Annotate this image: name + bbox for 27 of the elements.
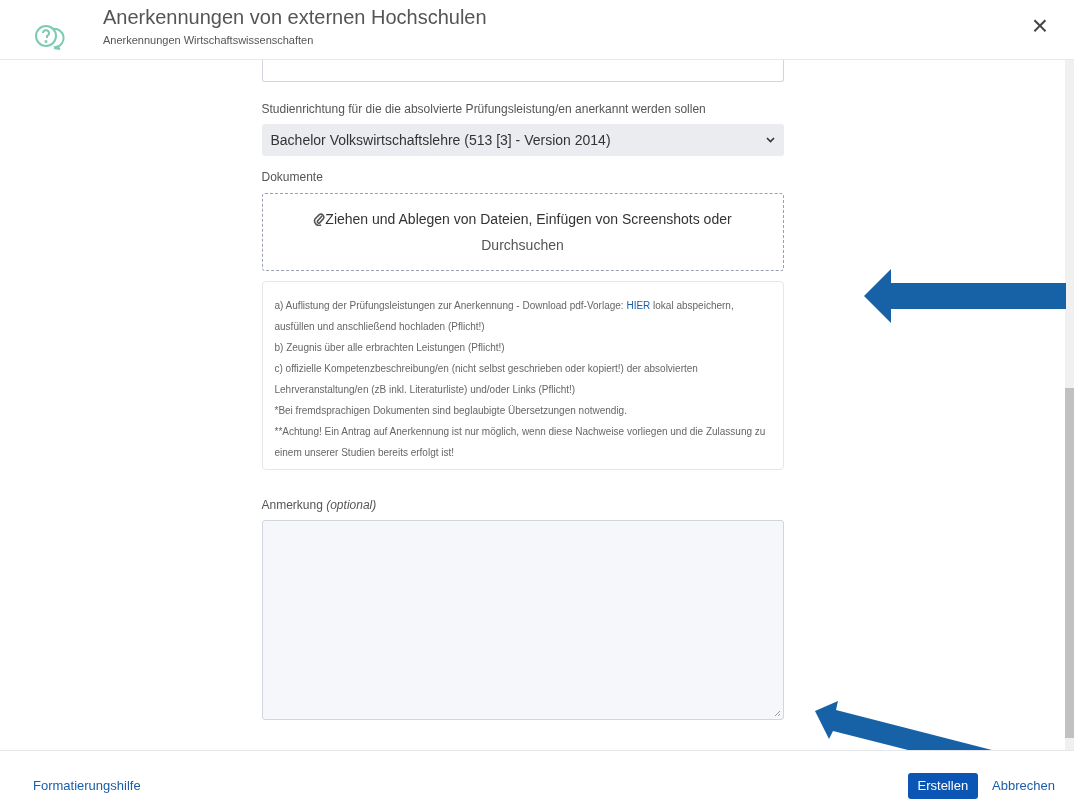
help-chat-icon (34, 24, 67, 50)
field-label: Dokumente (261, 169, 324, 186)
info-text: c) offizielle Kompetenzbeschreibung/en (nicht selbst geschrieben oder kopiert!) der absolvierten Lehrveranstaltung/en (zB inkl. Literaturliste) und/oder Links (Pflicht!) (274, 362, 699, 397)
info-text: *Bei fremdsprachigen Dokumenten sind beglaubigte Übersetzungen notwendig. (274, 404, 628, 418)
dialog-subtitle: Anerkennungen Wirtschaftswissenschaften (103, 33, 315, 48)
remark-textarea[interactable] (261, 520, 784, 720)
resize-handle-icon (773, 710, 781, 717)
scrollbar[interactable] (1065, 60, 1074, 750)
dialog-title: Anerkennungen von externen Hochschulen (103, 5, 487, 30)
info-text: a) Auflistung der Prüfungsleistungen zur Anerkennung - Download pdf-Vorlage: HIER lokal abspeichern, ausfüllen und anschließend hochladen (Pflicht!) (274, 299, 735, 334)
input-field[interactable] (261, 60, 784, 82)
select-value: Bachelor Volkswirtschaftslehre (513 [3] - Version 2014) (270, 130, 611, 150)
template-link[interactable]: HIER (626, 300, 651, 311)
field-label: Studienrichtung für die die absolvierte Prüfungsleistung/en anerkannt werden sollen (261, 101, 707, 118)
field-label: Anmerkung (optional) (261, 497, 378, 514)
browse-link[interactable]: Durchsuchen (481, 232, 564, 258)
help-link[interactable]: Formatierungshilfe (33, 776, 141, 796)
close-button[interactable]: × (1031, 12, 1048, 40)
create-button[interactable]: Erstellen (907, 773, 979, 799)
chevron-down-icon (765, 137, 775, 143)
file-dropzone[interactable]: Ziehen und Ablegen von Dateien, Einfügen von Screenshots oder Durchsuchen (261, 193, 784, 271)
dropzone-text: Ziehen und Ablegen von Dateien, Einfügen von Screenshots oder (325, 210, 732, 229)
info-text: b) Zeugnis über alle erbrachten Leistungen (Pflicht!) (274, 341, 506, 355)
cancel-button[interactable]: Abbrechen (988, 773, 1059, 799)
paperclip-icon (313, 212, 326, 226)
select-field[interactable]: Bachelor Volkswirtschaftslehre (513 [3] - Version 2014) (261, 124, 784, 156)
info-text: **Achtung! Ein Antrag auf Anerkennung ist nur möglich, wenn diese Nachweise vorliegen und die Zulassung zu einem unserer Studien bereits erfolgt ist! (274, 425, 767, 460)
